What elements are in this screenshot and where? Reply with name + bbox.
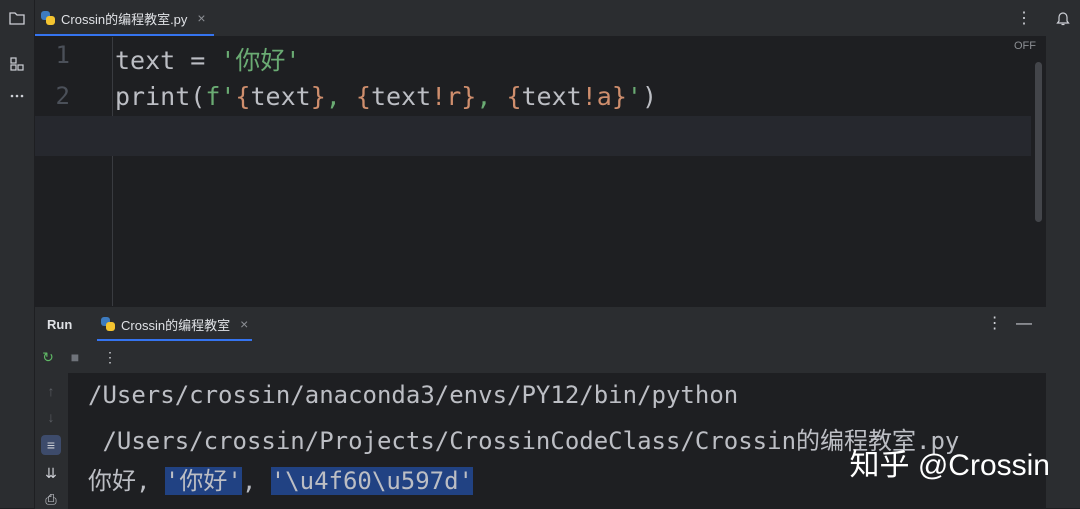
more-tools-icon[interactable] — [5, 84, 29, 108]
output-separator: , — [241, 467, 271, 495]
code-editor[interactable]: text = '你好' print(f'{text}, {text!r}, {t… — [35, 37, 1033, 306]
left-tool-window-bar — [0, 0, 35, 508]
code-string: , — [476, 82, 507, 111]
code-token: ) — [641, 82, 658, 111]
more-options-icon[interactable]: ⋮ — [987, 315, 1003, 332]
output-ascii-highlight: '\u4f60\u597d' — [270, 467, 474, 495]
inspection-status-label[interactable]: OFF — [1014, 40, 1036, 52]
project-folder-icon[interactable] — [5, 6, 29, 30]
code-token: text — [370, 82, 432, 111]
code-string: ' — [626, 82, 642, 111]
code-token: text — [250, 82, 311, 111]
run-panel-title: Run — [47, 317, 73, 332]
output-repr-highlight: '你好' — [164, 467, 242, 495]
line-number: 1 — [55, 41, 70, 69]
soft-wrap-icon[interactable]: ≡ — [41, 435, 61, 455]
print-icon[interactable]: ⎙ — [41, 489, 61, 509]
code-token: text — [521, 82, 582, 111]
notifications-bell-icon[interactable] — [1051, 6, 1075, 30]
editor-area: Crossin的编程教室.py × ⋮ 1 2 3 text = '你好' pr… — [35, 0, 1046, 306]
stop-icon[interactable]: ■ — [65, 347, 85, 367]
code-string: f' — [205, 82, 236, 111]
output-separator: , — [136, 467, 165, 495]
console-side-toolbar: ↑ ↓ ≡ ⇊ ⎙ — [35, 373, 67, 509]
code-line-2: print(f'{text}, {text!r}, {text!a}') — [115, 82, 657, 111]
editor-tab-bar: Crossin的编程教室.py × ⋮ — [35, 0, 1046, 37]
scroll-down-icon[interactable]: ↓ — [41, 407, 61, 427]
code-string: '你好' — [220, 46, 301, 75]
close-icon[interactable]: × — [197, 10, 205, 26]
code-brace: } — [611, 82, 627, 111]
line-number-gutter: 1 2 3 — [35, 37, 113, 306]
toolbar-more-icon[interactable]: ⋮ — [100, 347, 120, 367]
code-brace: } — [461, 82, 477, 111]
scroll-to-end-icon[interactable]: ⇊ — [41, 463, 61, 483]
console-line: 你好, '你好', '\u4f60\u597d' — [88, 461, 474, 496]
run-header: Run Crossin的编程教室 × ⋮ — — [35, 307, 1046, 341]
code-brace: { — [355, 82, 371, 111]
code-token: print( — [115, 82, 206, 111]
code-brace: } — [310, 82, 326, 111]
console-line: /Users/crossin/Projects/CrossinCodeClass… — [88, 427, 960, 455]
output-plain: 你好 — [88, 467, 136, 495]
minimize-icon[interactable]: — — [1016, 315, 1032, 332]
code-brace: { — [235, 82, 251, 111]
python-icon — [101, 317, 115, 331]
run-tab-label: Crossin的编程教室 — [121, 317, 231, 333]
editor-tab-active[interactable]: Crossin的编程教室.py × — [35, 0, 214, 36]
code-brace: { — [506, 82, 522, 111]
editor-tab-label: Crossin的编程教室.py — [61, 11, 188, 27]
code-conversion: !r — [431, 82, 462, 111]
python-file-icon — [41, 11, 55, 25]
tab-actions-more-icon[interactable]: ⋮ — [1016, 8, 1032, 28]
code-string: , — [325, 82, 356, 111]
rerun-icon[interactable]: ↻ — [38, 347, 58, 367]
close-icon[interactable]: × — [240, 316, 248, 332]
run-config-tab[interactable]: Crossin的编程教室 × — [97, 307, 253, 341]
line-number: 2 — [55, 82, 70, 110]
watermark: 知乎 @Crossin — [849, 449, 1050, 482]
code-line-1: text = '你好' — [115, 41, 300, 77]
code-token: text = — [115, 46, 221, 75]
run-toolbar: ↻ ■ ⋮ — [35, 341, 1046, 373]
run-panel-header-controls: ⋮ — — [987, 313, 1032, 333]
current-line-highlight — [35, 116, 1031, 156]
active-tab-indicator — [35, 34, 214, 36]
structure-icon[interactable] — [5, 52, 29, 76]
code-conversion: !a — [581, 82, 612, 111]
console-line: /Users/crossin/anaconda3/envs/PY12/bin/p… — [88, 381, 739, 409]
right-tool-window-bar — [1045, 0, 1080, 508]
scroll-up-icon[interactable]: ↑ — [41, 381, 61, 401]
editor-scrollbar[interactable] — [1035, 62, 1042, 222]
